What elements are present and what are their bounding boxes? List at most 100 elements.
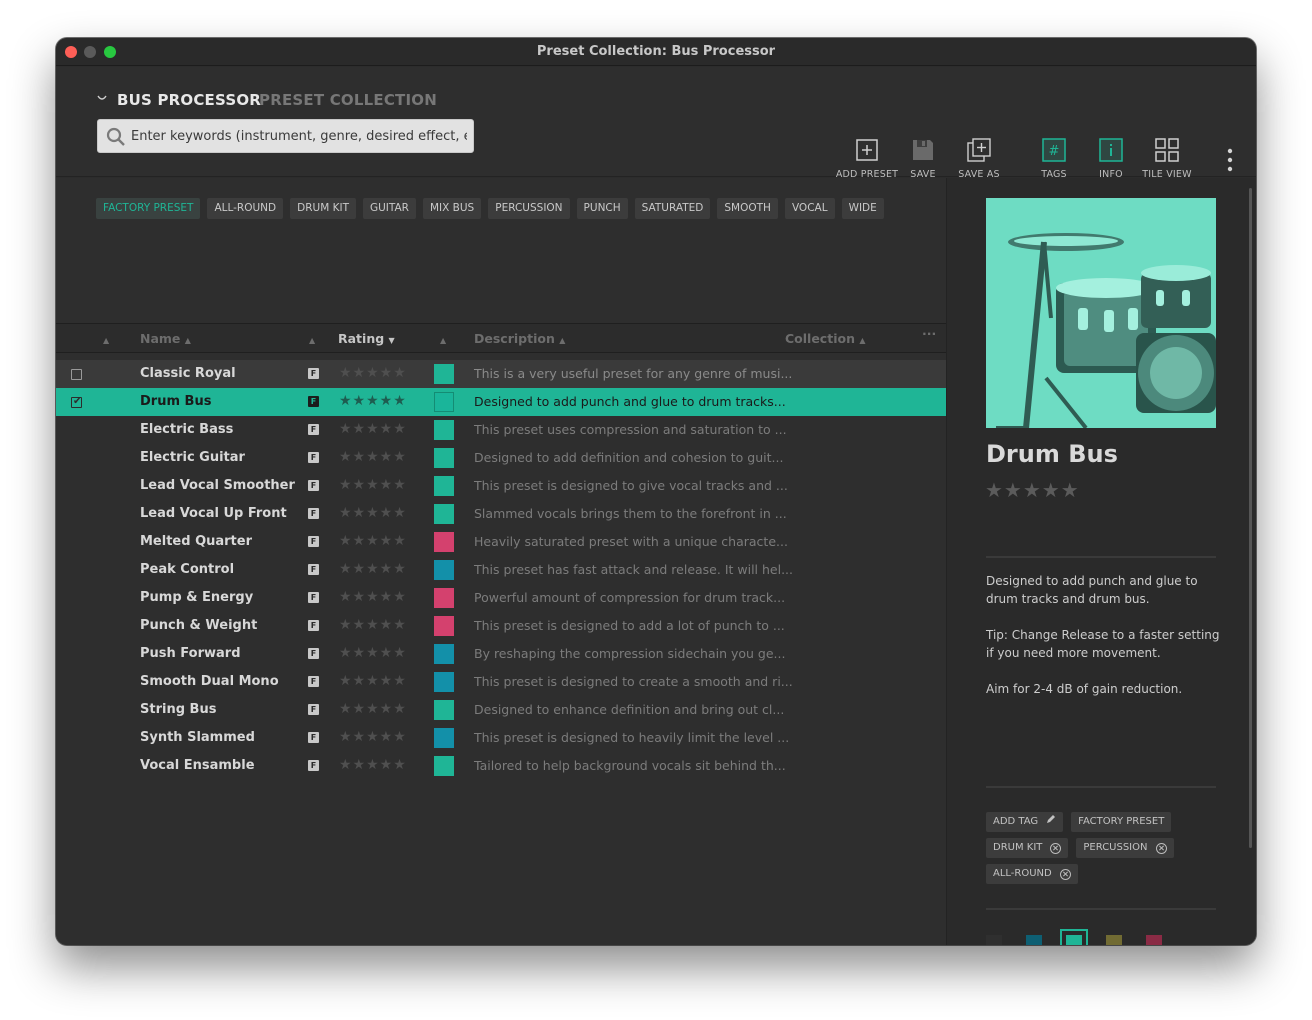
tile-view-button[interactable]: TILE VIEW: [1132, 138, 1202, 180]
preset-description: This preset is designed to give vocal tr…: [474, 478, 788, 493]
rating-stars[interactable]: ★★★★★: [339, 673, 407, 689]
preset-rating-stars[interactable]: ★★★★★: [985, 478, 1080, 502]
info-icon: [1099, 138, 1123, 162]
column-header-rating[interactable]: Rating ▼: [338, 331, 395, 346]
color-option[interactable]: [1106, 935, 1122, 945]
header: BUS PROCESSOR PRESET COLLECTION ADD PRES…: [56, 67, 1256, 180]
search-input[interactable]: [131, 120, 467, 152]
table-row[interactable]: Electric Bass F ★★★★★ This preset uses c…: [56, 416, 946, 444]
tag-filter-chip[interactable]: PUNCH: [576, 198, 628, 219]
preset-color-swatch[interactable]: [434, 616, 454, 636]
tag-filter-chip[interactable]: DRUM KIT: [290, 198, 356, 219]
color-option-selected[interactable]: [1060, 929, 1088, 945]
rating-stars[interactable]: ★★★★★: [339, 449, 407, 465]
column-header-name[interactable]: Name ▲: [140, 331, 191, 346]
check-icon: ✔: [73, 396, 82, 407]
column-header-description[interactable]: Description ▲: [474, 331, 565, 346]
tag-filter-chip[interactable]: SMOOTH: [717, 198, 778, 219]
table-row[interactable]: Melted Quarter F ★★★★★ Heavily saturated…: [56, 528, 946, 556]
color-option[interactable]: [986, 935, 1002, 945]
remove-tag-icon[interactable]: [1155, 842, 1167, 854]
tag-filter-chip[interactable]: VOCAL: [784, 198, 835, 219]
preset-color-swatch[interactable]: [434, 504, 454, 524]
preset-color-swatch[interactable]: [434, 672, 454, 692]
preset-name: String Bus: [140, 702, 217, 717]
row-checkbox[interactable]: [71, 369, 82, 380]
preset-color-swatch[interactable]: [434, 364, 454, 384]
table-row[interactable]: String Bus F ★★★★★ Designed to enhance d…: [56, 696, 946, 724]
add-tag-button[interactable]: ADD TAG: [986, 812, 1064, 832]
search-icon: [106, 127, 126, 147]
preset-color-swatch[interactable]: [434, 728, 454, 748]
rating-stars[interactable]: ★★★★★: [339, 365, 407, 381]
tag-filter-chip[interactable]: WIDE: [841, 198, 884, 219]
preset-color-swatch[interactable]: [434, 448, 454, 468]
rating-stars[interactable]: ★★★★★: [339, 533, 407, 549]
preset-color-swatch[interactable]: [434, 532, 454, 552]
tag-filter-chip[interactable]: PERCUSSION: [488, 198, 570, 219]
tag-filter-chip[interactable]: GUITAR: [362, 198, 416, 219]
preset-name: Electric Bass: [140, 422, 234, 437]
preset-color-swatch[interactable]: [434, 420, 454, 440]
column-options-icon[interactable]: ···: [922, 326, 936, 341]
search-box[interactable]: [97, 119, 474, 153]
preset-color-swatch[interactable]: [434, 476, 454, 496]
preset-color-swatch[interactable]: [434, 392, 454, 412]
preset-name: Electric Guitar: [140, 450, 245, 465]
rating-stars[interactable]: ★★★★★: [339, 645, 407, 661]
preset-name: Classic Royal: [140, 366, 236, 381]
sort-factory-column-icon[interactable]: ▲: [309, 336, 315, 345]
table-row[interactable]: Pump & Energy F ★★★★★ Powerful amount of…: [56, 584, 946, 612]
table-row[interactable]: Electric Guitar F ★★★★★ Designed to add …: [56, 444, 946, 472]
table-row[interactable]: Lead Vocal Smoother F ★★★★★ This preset …: [56, 472, 946, 500]
table-row[interactable]: Vocal Ensamble F ★★★★★ Tailored to help …: [56, 752, 946, 780]
rating-stars[interactable]: ★★★★★: [339, 393, 407, 409]
rating-stars[interactable]: ★★★★★: [339, 757, 407, 773]
table-row[interactable]: Punch & Weight F ★★★★★ This preset is de…: [56, 612, 946, 640]
info-scrollbar[interactable]: [1249, 188, 1252, 848]
preset-name: Melted Quarter: [140, 534, 253, 549]
rating-stars[interactable]: ★★★★★: [339, 421, 407, 437]
row-checkbox[interactable]: ✔: [71, 396, 82, 408]
rating-stars[interactable]: ★★★★★: [339, 701, 407, 717]
remove-tag-icon[interactable]: [1059, 868, 1071, 880]
factory-badge: F: [308, 704, 319, 715]
table-row[interactable]: Classic Royal F ★★★★★ This is a very use…: [56, 360, 946, 388]
preset-name: Synth Slammed: [140, 730, 255, 745]
more-options-icon[interactable]: [1224, 147, 1236, 175]
table-row[interactable]: Synth Slammed F ★★★★★ This preset is des…: [56, 724, 946, 752]
remove-tag-icon[interactable]: [1050, 842, 1062, 854]
rating-stars[interactable]: ★★★★★: [339, 617, 407, 633]
sort-color-column-icon[interactable]: ▲: [440, 336, 446, 345]
preset-color-swatch[interactable]: [434, 644, 454, 664]
color-option[interactable]: [1026, 935, 1042, 945]
table-row[interactable]: Peak Control F ★★★★★ This preset has fas…: [56, 556, 946, 584]
preset-color-swatch[interactable]: [434, 756, 454, 776]
tag-filter-chip[interactable]: MIX BUS: [422, 198, 482, 219]
table-row[interactable]: Smooth Dual Mono F ★★★★★ This preset is …: [56, 668, 946, 696]
table-row[interactable]: ✔ Drum Bus F ★★★★★ Designed to add punch…: [56, 388, 946, 416]
color-option[interactable]: [1146, 935, 1162, 945]
rating-stars[interactable]: ★★★★★: [339, 477, 407, 493]
preset-name: Smooth Dual Mono: [140, 674, 279, 689]
product-menu-icon[interactable]: [96, 92, 108, 104]
preset-color-swatch[interactable]: [434, 700, 454, 720]
column-collection-label: Collection: [785, 331, 855, 346]
rating-stars[interactable]: ★★★★★: [339, 729, 407, 745]
column-header-collection[interactable]: Collection ▲: [785, 331, 865, 346]
preset-color-swatch[interactable]: [434, 588, 454, 608]
rating-stars[interactable]: ★★★★★: [339, 561, 407, 577]
rating-stars[interactable]: ★★★★★: [339, 505, 407, 521]
preset-color-swatch[interactable]: [434, 560, 454, 580]
sort-checkbox-column-icon[interactable]: ▲: [103, 336, 109, 345]
tag-chip: DRUM KIT: [986, 838, 1069, 858]
save-as-button[interactable]: SAVE AS: [944, 138, 1014, 180]
tag-filter-chip[interactable]: ALL-ROUND: [207, 198, 284, 219]
preset-description: Designed to add punch and glue to drum t…: [474, 394, 786, 409]
table-row[interactable]: Push Forward F ★★★★★ By reshaping the co…: [56, 640, 946, 668]
rating-stars[interactable]: ★★★★★: [339, 589, 407, 605]
tag-filter-chip[interactable]: FACTORY PRESET: [96, 198, 201, 219]
table-row[interactable]: Lead Vocal Up Front F ★★★★★ Slammed voca…: [56, 500, 946, 528]
preset-description: This preset is designed to heavily limit…: [474, 730, 790, 745]
tag-filter-chip[interactable]: SATURATED: [634, 198, 711, 219]
